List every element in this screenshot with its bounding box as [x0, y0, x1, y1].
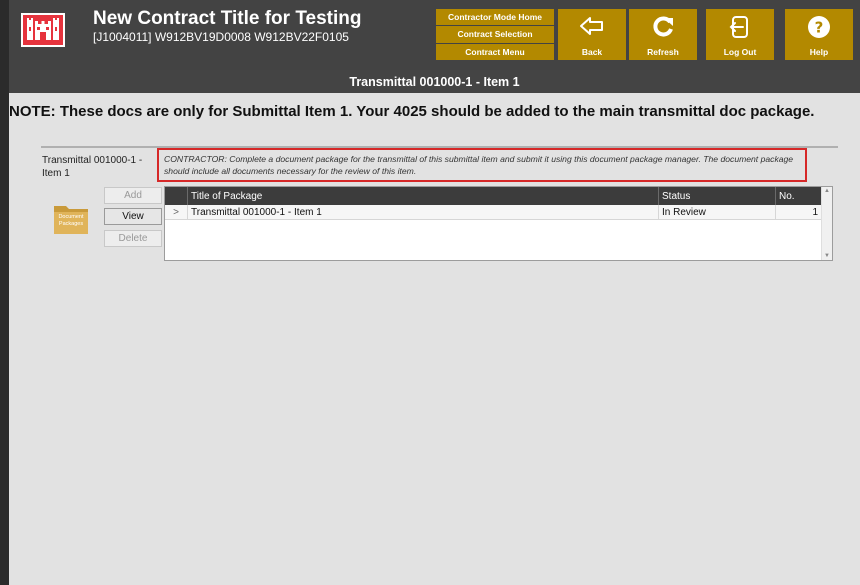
document-packages-label: Document Packages	[58, 214, 84, 227]
contract-title: New Contract Title for Testing	[93, 8, 362, 29]
column-header-status[interactable]: Status	[658, 187, 775, 205]
grid-header: Title of Package Status No.	[165, 187, 822, 205]
refresh-button[interactable]: Refresh	[629, 9, 697, 60]
logout-icon	[729, 16, 748, 38]
main-content: Transmittal 001000-1 - Item 1 NOTE: Thes…	[9, 70, 860, 585]
note-text: NOTE: These docs are only for Submittal …	[9, 103, 815, 120]
refresh-label: Refresh	[647, 47, 679, 57]
castle-icon	[21, 13, 65, 47]
app-header: New Contract Title for Testing [J1004011…	[9, 0, 860, 70]
table-row[interactable]: > Transmittal 001000-1 - Item 1 In Revie…	[165, 205, 822, 220]
contract-menu-button[interactable]: Contract Menu	[436, 43, 554, 60]
package-title-cell: Transmittal 001000-1 - Item 1	[187, 205, 658, 219]
back-button[interactable]: Back	[558, 9, 626, 60]
help-icon: ?	[808, 16, 830, 38]
contractor-instruction: CONTRACTOR: Complete a document package …	[157, 148, 807, 182]
row-expander-icon[interactable]: >	[165, 205, 187, 219]
package-number-cell: 1	[775, 205, 822, 219]
refresh-icon	[653, 16, 673, 37]
document-package-grid: Title of Package Status No. > Transmitta…	[164, 186, 833, 261]
column-header-no[interactable]: No.	[775, 187, 822, 205]
scroll-up-icon[interactable]: ▲	[824, 188, 830, 194]
help-label: Help	[809, 47, 829, 57]
svg-text:?: ?	[815, 19, 824, 37]
document-packages-folder-icon: Document Packages	[53, 200, 89, 236]
add-button[interactable]: Add	[104, 187, 162, 204]
logout-button[interactable]: Log Out	[706, 9, 774, 60]
back-label: Back	[581, 47, 603, 57]
logout-label: Log Out	[723, 47, 757, 57]
contractor-mode-home-button[interactable]: Contractor Mode Home	[436, 9, 554, 26]
back-arrow-icon	[580, 17, 603, 35]
view-button[interactable]: View	[104, 208, 162, 225]
mode-navigation: Contractor Mode Home Contract Selection …	[436, 9, 554, 60]
contract-identifiers: [J1004011] W912BV19D0008 W912BV22F0105	[93, 30, 349, 44]
transmittal-item-label: Transmittal 001000-1 - Item 1	[42, 155, 143, 179]
package-status-cell: In Review	[658, 205, 775, 219]
help-button[interactable]: ? Help	[785, 9, 853, 60]
section-title: Transmittal 001000-1 - Item 1	[9, 70, 860, 93]
delete-button[interactable]: Delete	[104, 230, 162, 247]
scroll-down-icon[interactable]: ▼	[824, 253, 830, 259]
vertical-scrollbar[interactable]: ▲ ▼	[821, 187, 832, 260]
column-header-title[interactable]: Title of Package	[187, 187, 658, 205]
contract-selection-button[interactable]: Contract Selection	[436, 26, 554, 43]
